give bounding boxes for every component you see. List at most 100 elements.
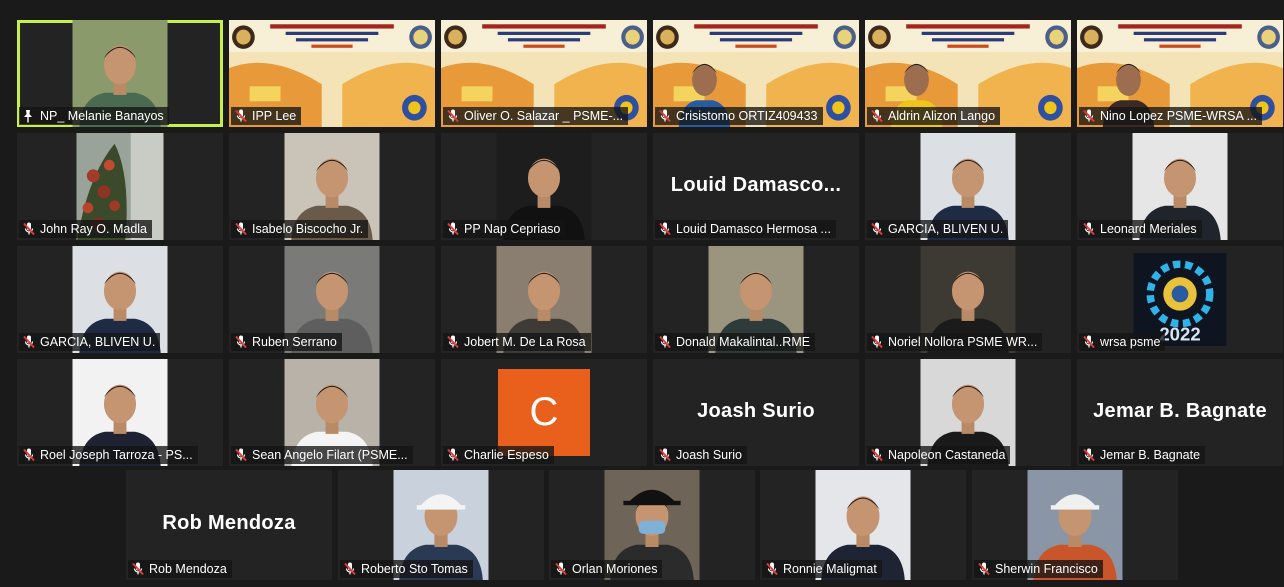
avatar: C [498, 369, 590, 456]
participant-name-label: John Ray O. Madla [19, 220, 152, 238]
participant-name: Roel Joseph Tarroza - PS... [40, 448, 193, 462]
participant-name: Louid Damasco Hermosa ... [676, 222, 831, 236]
participant-name-label: Sean Angelo Filart (PSME... [231, 446, 413, 464]
participant-tile[interactable]: C Charlie Espeso [441, 359, 647, 466]
participant-name-label: PP Nap Cepriaso [443, 220, 566, 238]
participant-name: Jobert M. De La Rosa [464, 335, 586, 349]
participant-name: Crisistomo ORTIZ409433 [676, 109, 818, 123]
muted-mic-icon [1082, 109, 1096, 123]
muted-mic-icon [131, 562, 145, 576]
participant-name-label: Sherwin Francisco [974, 560, 1103, 578]
muted-mic-icon [234, 335, 248, 349]
participant-name: wrsa psme [1100, 335, 1161, 349]
participant-name-label: Rob Mendoza [128, 560, 232, 578]
participant-name: Ronnie Maligmat [783, 562, 877, 576]
participant-tile[interactable]: 2022 wrsa psme [1077, 246, 1283, 353]
muted-mic-icon [234, 222, 248, 236]
participant-tile[interactable]: Noriel Nollora PSME WR... [865, 246, 1071, 353]
muted-mic-icon [870, 222, 884, 236]
muted-mic-icon [446, 448, 460, 462]
muted-mic-icon [234, 448, 248, 462]
participant-name-label: IPP Lee [231, 107, 302, 125]
participant-name: NP_ Melanie Banayos [40, 109, 164, 123]
participant-name: PP Nap Cepriaso [464, 222, 561, 236]
participant-name: Donald Makalintal..RME [676, 335, 811, 349]
participant-name: Ruben Serrano [252, 335, 337, 349]
muted-mic-icon [870, 109, 884, 123]
participant-tile[interactable]: Leonard Meriales [1077, 133, 1283, 240]
pin-icon[interactable] [22, 109, 36, 123]
participant-name-label: Donald Makalintal..RME [655, 333, 816, 351]
participant-display-name: Joash Surio [697, 399, 815, 422]
participant-tile[interactable]: Jobert M. De La Rosa [441, 246, 647, 353]
participant-tile[interactable]: Sherwin Francisco [972, 470, 1178, 580]
muted-mic-icon [1082, 448, 1096, 462]
participant-name: John Ray O. Madla [40, 222, 147, 236]
muted-mic-icon [446, 109, 460, 123]
muted-mic-icon [22, 335, 36, 349]
participant-name-label: Roel Joseph Tarroza - PS... [19, 446, 198, 464]
participant-name: Orlan Moriones [572, 562, 658, 576]
participant-tile[interactable]: GARCIA, BLIVEN U. [17, 246, 223, 353]
participant-name-label: Joash Surio [655, 446, 748, 464]
participant-tile[interactable]: Roel Joseph Tarroza - PS... [17, 359, 223, 466]
participant-tile[interactable]: Joash Surio Joash Surio [653, 359, 859, 466]
participant-name-label: GARCIA, BLIVEN U. [867, 220, 1009, 238]
participant-name-label: GARCIA, BLIVEN U. [19, 333, 161, 351]
participant-tile[interactable]: Crisistomo ORTIZ409433 [653, 20, 859, 127]
muted-mic-icon [446, 222, 460, 236]
participant-tile[interactable]: Napoleon Castaneda [865, 359, 1071, 466]
participant-name-label: NP_ Melanie Banayos [19, 107, 169, 125]
muted-mic-icon [658, 335, 672, 349]
participant-name-label: Leonard Meriales [1079, 220, 1202, 238]
participant-tile[interactable]: Donald Makalintal..RME [653, 246, 859, 353]
participant-name: Oliver O. Salazar _ PSME-... [464, 109, 624, 123]
muted-mic-icon [658, 109, 672, 123]
participant-tile[interactable]: Orlan Moriones [549, 470, 755, 580]
participant-name-label: Noriel Nollora PSME WR... [867, 333, 1043, 351]
muted-mic-icon [765, 562, 779, 576]
participant-tile[interactable]: PP Nap Cepriaso [441, 133, 647, 240]
participant-name: Joash Surio [676, 448, 743, 462]
participant-tile[interactable]: NP_ Melanie Banayos [17, 20, 223, 127]
muted-mic-icon [554, 562, 568, 576]
participant-name-label: Orlan Moriones [551, 560, 663, 578]
participant-name: Jemar B. Bagnate [1100, 448, 1201, 462]
participant-name: GARCIA, BLIVEN U. [888, 222, 1004, 236]
muted-mic-icon [658, 222, 672, 236]
participant-name: IPP Lee [252, 109, 297, 123]
muted-mic-icon [22, 448, 36, 462]
participant-tile[interactable]: Jemar B. Bagnate Jemar B. Bagnate [1077, 359, 1283, 466]
participant-name-label: Crisistomo ORTIZ409433 [655, 107, 823, 125]
participant-display-name: Rob Mendoza [162, 511, 296, 534]
participant-tile[interactable]: Isabelo Biscocho Jr. [229, 133, 435, 240]
participant-name-label: Roberto Sto Tomas [340, 560, 473, 578]
participant-name: Rob Mendoza [149, 562, 227, 576]
participant-name-label: Napoleon Castaneda [867, 446, 1011, 464]
participant-tile[interactable]: GARCIA, BLIVEN U. [865, 133, 1071, 240]
participant-tile[interactable]: Sean Angelo Filart (PSME... [229, 359, 435, 466]
participant-tile[interactable]: Aldrin Alizon Lango [865, 20, 1071, 127]
participant-name-label: Jobert M. De La Rosa [443, 333, 591, 351]
participant-name-label: Nino Lopez PSME-WRSA ... [1079, 107, 1263, 125]
participant-name-label: Isabelo Biscocho Jr. [231, 220, 369, 238]
participant-name-label: Ronnie Maligmat [762, 560, 882, 578]
participant-tile[interactable]: Louid Damasco... Louid Damasco Hermosa ..… [653, 133, 859, 240]
participant-tile[interactable]: Rob Mendoza Rob Mendoza [126, 470, 332, 580]
participant-display-name: Louid Damasco... [670, 173, 842, 196]
muted-mic-icon [343, 562, 357, 576]
participant-tile[interactable]: Oliver O. Salazar _ PSME-... [441, 20, 647, 127]
muted-mic-icon [1082, 222, 1096, 236]
participant-name-label: wrsa psme [1079, 333, 1166, 351]
participant-name: Charlie Espeso [464, 448, 549, 462]
muted-mic-icon [870, 335, 884, 349]
participant-tile[interactable]: John Ray O. Madla [17, 133, 223, 240]
participant-tile[interactable]: Roberto Sto Tomas [338, 470, 544, 580]
participant-tile[interactable]: Nino Lopez PSME-WRSA ... [1077, 20, 1283, 127]
participant-tile[interactable]: Ronnie Maligmat [760, 470, 966, 580]
participant-tile[interactable]: Ruben Serrano [229, 246, 435, 353]
participant-tile[interactable]: IPP Lee [229, 20, 435, 127]
muted-mic-icon [977, 562, 991, 576]
participant-name-label: Jemar B. Bagnate [1079, 446, 1206, 464]
participant-name: Sean Angelo Filart (PSME... [252, 448, 408, 462]
